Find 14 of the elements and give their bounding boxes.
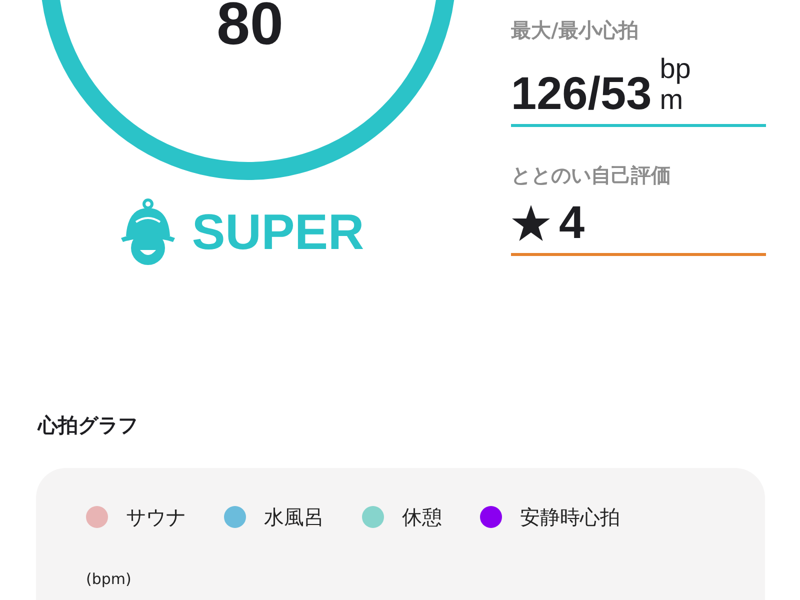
legend-label: サウナ: [126, 504, 186, 531]
score-value: 80: [216, 0, 284, 54]
stat-value: 4: [559, 198, 585, 245]
section-title: 心拍グラフ: [38, 412, 139, 439]
legend-label: 水風呂: [264, 504, 324, 531]
axis-label: (bpm): [86, 572, 132, 587]
stat-label: 最大/最小心拍: [511, 18, 640, 42]
stat-unit: bpm: [660, 54, 692, 116]
legend-label: 休憩: [402, 504, 442, 531]
level-label: SUPER: [192, 207, 364, 257]
legend-label: 安静時心拍: [520, 504, 620, 531]
star-icon: [511, 204, 551, 242]
stat-label: ととのい自己評価: [511, 162, 672, 187]
stat-value: 126/53: [511, 70, 652, 116]
